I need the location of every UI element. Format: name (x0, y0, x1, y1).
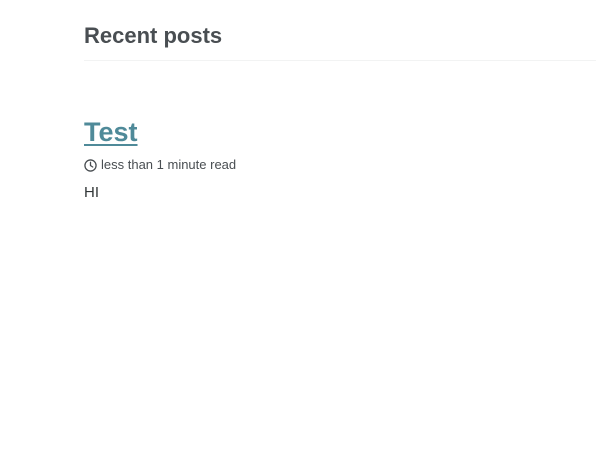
read-time: less than 1 minute read (101, 157, 237, 172)
post-meta: less than 1 minute read (84, 157, 584, 173)
section-title: Recent posts (84, 23, 223, 48)
post-title-link[interactable]: Test (84, 114, 138, 150)
post-excerpt: HI (84, 184, 99, 201)
section-divider (84, 60, 596, 61)
clock-icon (84, 158, 97, 172)
post-item: Test less than 1 minute read HI (84, 114, 584, 203)
